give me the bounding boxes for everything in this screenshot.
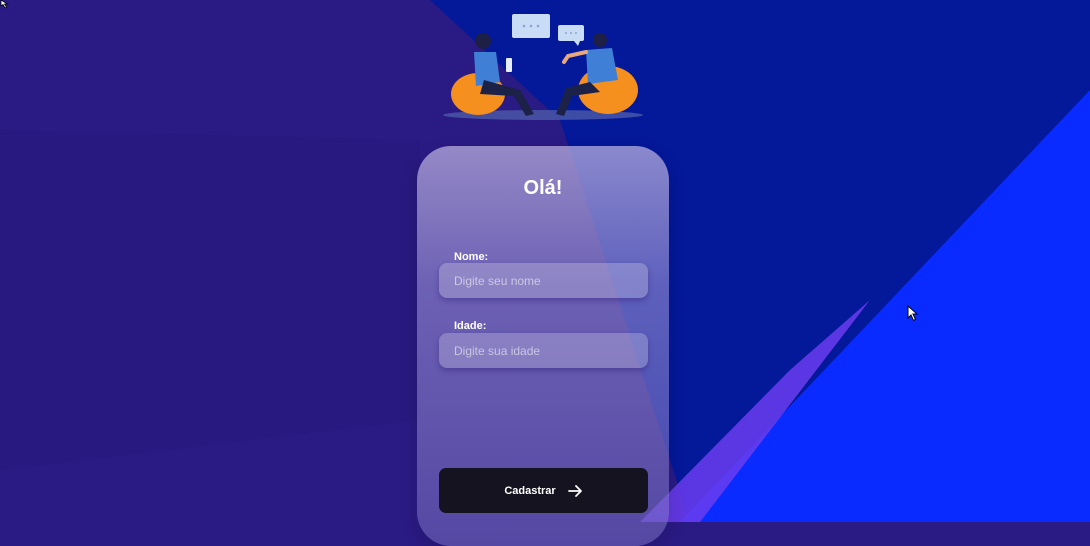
mouse-pointer-icon — [0, 0, 9, 9]
cadastrar-button-label: Cadastrar — [504, 484, 556, 497]
mouse-pointer-icon — [907, 305, 919, 322]
age-label: Idade: — [454, 320, 487, 332]
name-input[interactable] — [439, 263, 648, 298]
cadastrar-button[interactable]: Cadastrar — [439, 468, 648, 513]
registration-card: Olá! Nome: Idade: Cadastrar — [417, 146, 669, 546]
age-input[interactable] — [439, 333, 648, 368]
name-label: Nome: — [454, 251, 489, 263]
greeting-title: Olá! — [523, 177, 563, 199]
two-people-chatting-illustration — [443, 14, 643, 120]
arrow-right-icon — [567, 484, 582, 497]
